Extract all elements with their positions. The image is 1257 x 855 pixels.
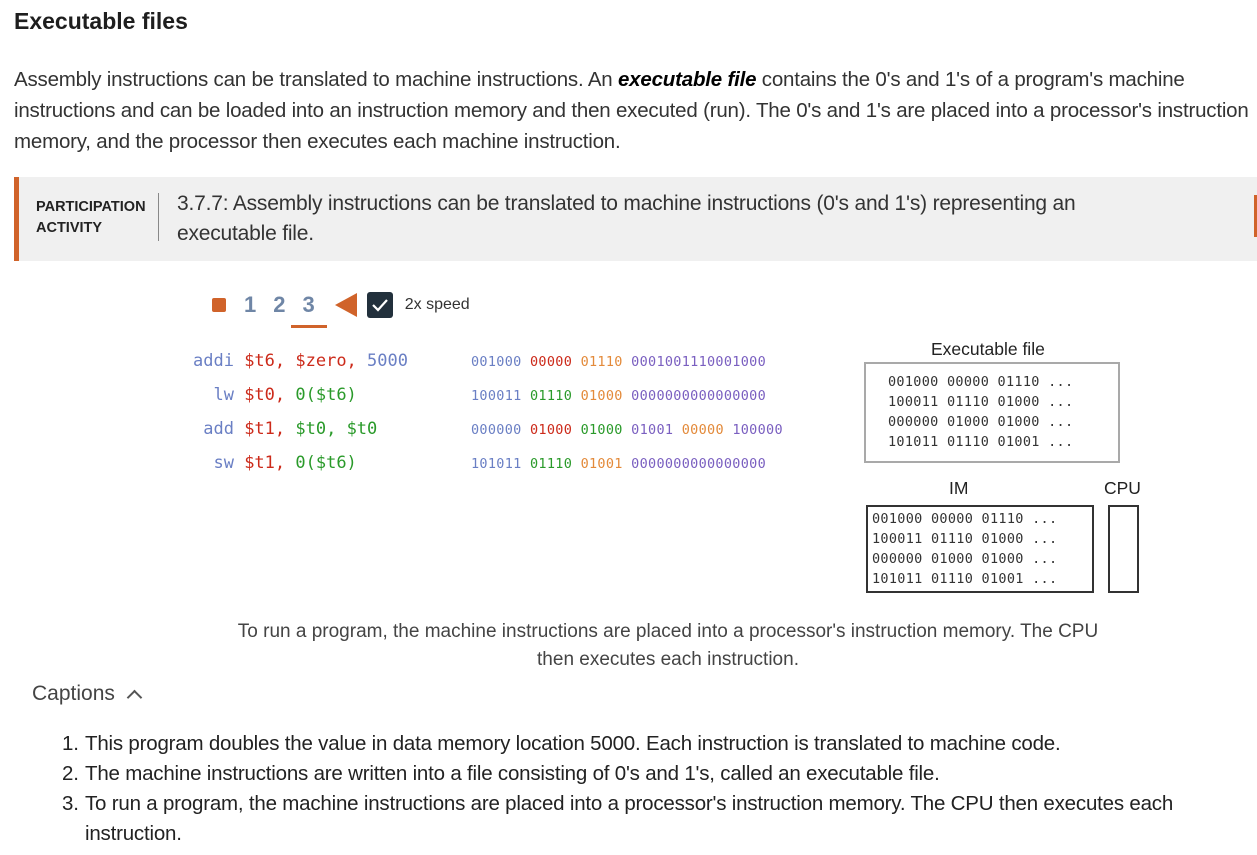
- machine-code-field: 100011: [471, 388, 530, 404]
- speed-label: 2x speed: [404, 296, 470, 313]
- cpu-box: [1108, 505, 1139, 593]
- step-2-button[interactable]: 2: [273, 292, 285, 318]
- executable-file-box: 001000 00000 01110 ... 100011 01110 0100…: [864, 362, 1120, 463]
- im-label: IM: [949, 478, 969, 498]
- opcode: add: [193, 419, 245, 439]
- captions-label: Captions: [32, 682, 115, 705]
- caption-item: 3. To run a program, the machine instruct…: [62, 792, 1174, 845]
- header-divider: [158, 193, 159, 241]
- step-1-button[interactable]: 1: [244, 292, 256, 318]
- im-line: 001000 00000 01110 ...: [872, 511, 1058, 527]
- operand: $t1,: [244, 419, 296, 439]
- machine-code-field: 01110: [530, 388, 581, 404]
- step-3-button[interactable]: 3: [290, 292, 328, 328]
- captions-toggle[interactable]: Captions: [32, 682, 143, 706]
- machine-code-field: 01001: [631, 422, 682, 438]
- assembly-line: lw $t0, 0($t6): [193, 385, 357, 405]
- file-line: 001000 00000 01110 ...: [888, 374, 1074, 390]
- operand: $t0,: [295, 419, 347, 439]
- machine-code-line: 101011 01110 01001 0000000000000000: [471, 456, 766, 472]
- machine-code-field: 001000: [471, 354, 530, 370]
- checkmark-icon: [371, 299, 388, 312]
- machine-code-field: 101011: [471, 456, 530, 472]
- operand: $t0,: [244, 385, 296, 405]
- cpu-label: CPU: [1104, 478, 1141, 498]
- operand: 0($t6): [295, 453, 357, 473]
- machine-code-field: 0001001110001000: [631, 354, 766, 370]
- instruction-memory-box: 001000 00000 01110 ... 100011 01110 0100…: [866, 505, 1094, 593]
- operand: 5000: [367, 351, 408, 371]
- machine-code-line: 001000 00000 01110 0001001110001000: [471, 354, 766, 370]
- chevron-up-icon[interactable]: [126, 689, 143, 705]
- participation-activity-label: PARTICIPATION ACTIVITY: [36, 199, 146, 236]
- file-line: 000000 01000 01000 ...: [888, 414, 1074, 430]
- speed-checkbox[interactable]: [366, 292, 393, 318]
- machine-code-field: 0000000000000000: [631, 456, 766, 472]
- machine-code-field: 100000: [732, 422, 783, 438]
- activity-title: 3.7.7: Assembly instructions can be tran…: [177, 192, 1076, 245]
- caption-list: 1. This program doubles the value in data…: [62, 729, 1252, 849]
- file-line: 100011 01110 01000 ...: [888, 394, 1074, 410]
- assembly-line: add $t1, $t0, $t0: [193, 419, 377, 439]
- section-title: Executable files: [14, 8, 188, 34]
- intro-paragraph: Assembly instructions can be translated …: [14, 68, 1249, 153]
- animation-controls: 1 2 3 2x speed: [212, 288, 470, 328]
- im-line: 000000 01000 01000 ...: [872, 551, 1058, 567]
- caption-item: 1. This program doubles the value in data…: [62, 732, 1061, 755]
- operand: $t6,: [244, 351, 296, 371]
- machine-code-field: 01000: [580, 422, 632, 438]
- opcode: sw: [193, 453, 245, 473]
- machine-code-line: 000000 01000 01000 01001 00000 100000: [471, 422, 783, 438]
- assembly-line: addi $t6, $zero, 5000: [193, 351, 408, 371]
- operand: 0($t6): [295, 385, 357, 405]
- machine-code-line: 100011 01110 01000 0000000000000000: [471, 388, 766, 404]
- file-line: 101011 01110 01001 ...: [888, 434, 1074, 450]
- machine-code-field: 01110: [580, 354, 632, 370]
- opcode: addi: [193, 351, 245, 371]
- im-line: 101011 01110 01001 ...: [872, 571, 1058, 587]
- machine-code-field: 0000000000000000: [631, 388, 766, 404]
- machine-code-field: 01000: [530, 422, 581, 438]
- im-line: 100011 01110 01000 ...: [872, 531, 1058, 547]
- back-arrow-icon[interactable]: [334, 293, 357, 317]
- stop-icon[interactable]: [212, 298, 226, 312]
- machine-code-field: 01110: [530, 456, 581, 472]
- opcode: lw: [193, 385, 245, 405]
- participation-activity-header: PARTICIPATION ACTIVITY 3.7.7: Assembly i…: [14, 177, 1257, 261]
- machine-code-field: 01001: [580, 456, 632, 472]
- assembly-line: sw $t1, 0($t6): [193, 453, 357, 473]
- executable-file-label: Executable file: [931, 339, 1045, 359]
- operand: $zero,: [295, 351, 368, 371]
- machine-code-field: 00000: [681, 422, 733, 438]
- step-caption: To run a program, the machine instructio…: [237, 621, 1099, 670]
- executable-file-term: executable file: [617, 68, 757, 91]
- operand: $t1,: [244, 453, 296, 473]
- machine-code-field: 00000: [530, 354, 581, 370]
- machine-code-field: 01000: [580, 388, 632, 404]
- machine-code-field: 000000: [471, 422, 530, 438]
- caption-item: 2. The machine instructions are written i…: [62, 762, 940, 785]
- operand: $t0: [346, 419, 378, 439]
